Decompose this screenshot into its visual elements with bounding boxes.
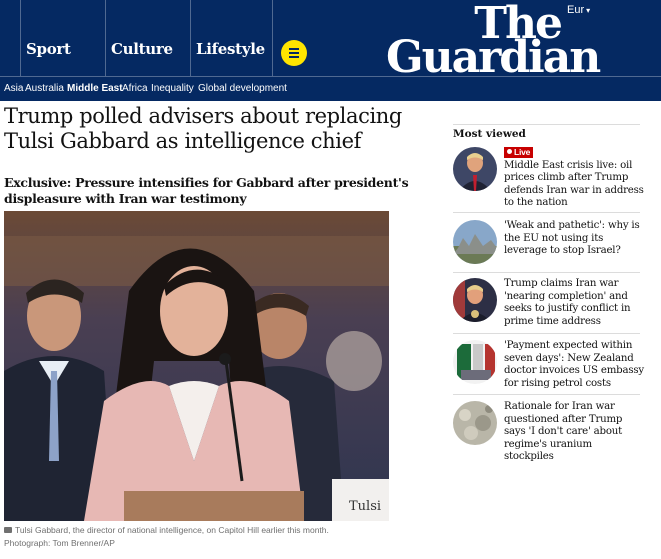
- most-viewed-rule: [453, 124, 640, 125]
- article-headline: Trump polled advisers about replacing Tu…: [4, 104, 402, 153]
- pillar-divider: [20, 0, 21, 76]
- headline-3: Trump claims Iran war 'nearing completio…: [504, 278, 631, 327]
- thumbnail: [453, 401, 497, 445]
- live-badge: Live: [504, 147, 534, 158]
- divider: [453, 212, 640, 213]
- camera-icon: [4, 527, 12, 533]
- masthead: Sport Culture Lifestyle Eur ▾ The Guardia…: [0, 0, 661, 80]
- photo-credit: Photograph: Tom Brenner/AP: [4, 538, 115, 548]
- subnav-middle-east[interactable]: Middle East: [67, 83, 123, 94]
- subnav-inequality[interactable]: Inequality: [151, 83, 194, 94]
- pillar-sport[interactable]: Sport: [26, 40, 71, 58]
- thumbnail: [453, 340, 497, 384]
- thumbnail: [453, 278, 497, 322]
- hero-photo-illustration: Tulsi: [4, 211, 389, 521]
- subnav-australia[interactable]: Australia: [25, 83, 64, 94]
- most-viewed-title: Most viewed: [453, 128, 526, 140]
- divider: [453, 333, 640, 334]
- headline-5: Rationale for Iran war questioned after …: [504, 401, 623, 462]
- nameplate-text: Tulsi: [349, 499, 381, 514]
- headline-1: Middle East crisis live: oil prices clim…: [504, 159, 644, 209]
- image-caption: Tulsi Gabbard, the director of national …: [4, 524, 434, 550]
- pillar-divider: [105, 0, 106, 76]
- most-viewed-text: Live Middle East crisis live: oil prices…: [504, 147, 644, 210]
- sub-navigation: Asia Australia Middle East Africa Inequa…: [0, 76, 661, 101]
- caption-text: Tulsi Gabbard, the director of national …: [15, 525, 329, 535]
- subnav-africa[interactable]: Africa: [122, 83, 148, 94]
- pillar-lifestyle[interactable]: Lifestyle: [196, 40, 265, 58]
- guardian-logo[interactable]: The Guardian: [386, 2, 601, 83]
- headline-2: 'Weak and pathetic': why is the EU not u…: [504, 220, 640, 256]
- pillar-culture[interactable]: Culture: [111, 40, 173, 58]
- hero-image: Tulsi: [4, 211, 389, 521]
- divider: [453, 272, 640, 273]
- article-standfirst: Exclusive: Pressure intensifies for Gabb…: [4, 175, 409, 206]
- pillar-divider: [190, 0, 191, 76]
- subnav-asia[interactable]: Asia: [4, 83, 23, 94]
- menu-button[interactable]: [281, 40, 307, 66]
- pillar-divider: [272, 0, 273, 76]
- logo-guardian: Guardian: [386, 32, 601, 83]
- headline-4: 'Payment expected within seven days': Ne…: [504, 340, 644, 389]
- divider: [453, 394, 640, 395]
- thumbnail: [453, 147, 497, 191]
- thumbnail: [453, 220, 497, 264]
- subnav-global-development[interactable]: Global development: [198, 83, 287, 94]
